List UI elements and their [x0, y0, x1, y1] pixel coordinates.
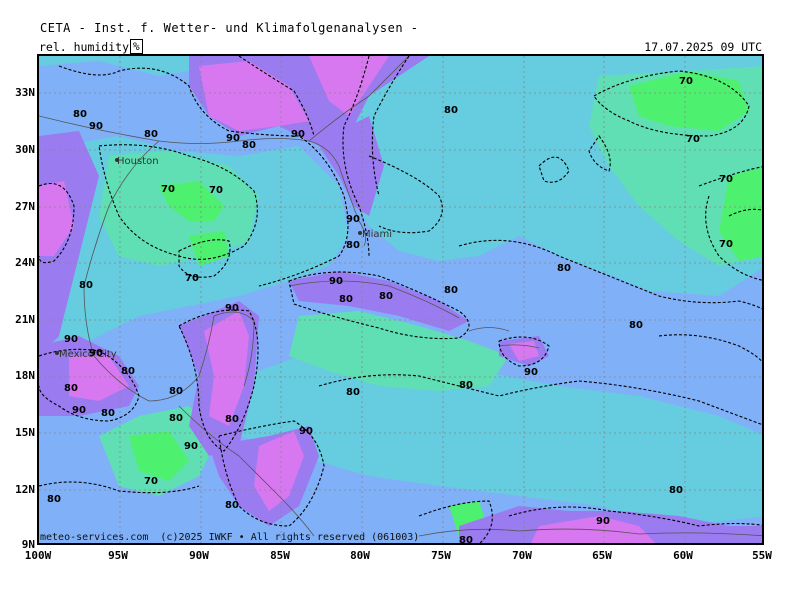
lon-label-60w: 60W — [673, 549, 693, 562]
contour-label: 80 — [629, 320, 643, 331]
lon-label-90w: 90W — [189, 549, 209, 562]
contour-label: 80 — [79, 280, 93, 291]
city-label-mexico-city: Mexico City — [59, 349, 117, 360]
contour-label: 80 — [459, 535, 473, 545]
lat-label-15n: 15N — [15, 426, 35, 439]
contour-label: 90 — [89, 121, 103, 132]
lon-label-85w: 85W — [270, 549, 290, 562]
contour-label: 80 — [101, 408, 115, 419]
contour-label: 80 — [346, 240, 360, 251]
city-label-houston: Houston — [117, 156, 159, 167]
contour-label: 80 — [144, 129, 158, 140]
lat-label-18n: 18N — [15, 369, 35, 382]
contour-label: 90 — [89, 348, 103, 359]
contour-label: 80 — [64, 383, 78, 394]
copyright-notice: meteo-services.com (c)2025 IWKF • All ri… — [40, 532, 420, 543]
lon-label-70w: 70W — [512, 549, 532, 562]
contour-label: 90 — [299, 426, 313, 437]
contour-label: 70 — [679, 76, 693, 87]
contour-label: 80 — [225, 500, 239, 511]
city-label-miami: Miami — [362, 229, 392, 240]
contour-label: 80 — [444, 105, 458, 116]
contour-label: 90 — [291, 129, 305, 140]
contour-label: 90 — [64, 334, 78, 345]
lon-label-65w: 65W — [592, 549, 612, 562]
lat-label-33n: 33N — [15, 86, 35, 99]
contour-label: 90 — [226, 133, 240, 144]
lat-label-27n: 27N — [15, 200, 35, 213]
contour-label: 80 — [557, 263, 571, 274]
contour-label: 90 — [225, 303, 239, 314]
map-title: CETA - Inst. f. Wetter- und Klimafolgena… — [40, 21, 419, 35]
contour-label: 90 — [346, 214, 360, 225]
contour-label: 90 — [329, 276, 343, 287]
lon-label-95w: 95W — [108, 549, 128, 562]
humidity-map: Houston Miami Mexico City 80 90 80 90 80… — [37, 54, 764, 545]
lat-label-24n: 24N — [15, 256, 35, 269]
contour-label: 80 — [444, 285, 458, 296]
contour-label: 70 — [144, 476, 158, 487]
contour-label: 70 — [686, 134, 700, 145]
contour-label: 80 — [669, 485, 683, 496]
lat-label-30n: 30N — [15, 143, 35, 156]
contour-label: 80 — [225, 414, 239, 425]
lon-label-100w: 100W — [24, 549, 52, 562]
contour-label: 70 — [719, 174, 733, 185]
contour-label: 80 — [73, 109, 87, 120]
lat-label-12n: 12N — [15, 483, 35, 496]
contour-label: 80 — [169, 386, 183, 397]
lat-label-21n: 21N — [15, 313, 35, 326]
parameter-label: rel. humidity — [39, 40, 130, 54]
contour-label: 70 — [719, 239, 733, 250]
contour-label: 70 — [185, 273, 199, 284]
contour-label: 80 — [121, 366, 135, 377]
forecast-datetime: 17.07.2025 09 UTC — [644, 40, 762, 54]
contour-label: 80 — [169, 413, 183, 424]
contour-label: 90 — [524, 367, 538, 378]
contour-label: 80 — [339, 294, 353, 305]
contour-label: 80 — [47, 494, 61, 505]
contour-label: 90 — [184, 441, 198, 452]
contour-label: 70 — [161, 184, 175, 195]
contour-label: 90 — [596, 516, 610, 527]
unit-label: % — [130, 39, 143, 54]
contour-label: 80 — [242, 140, 256, 151]
lon-label-75w: 75W — [431, 549, 451, 562]
contour-label: 70 — [209, 185, 223, 196]
contour-label: 80 — [346, 387, 360, 398]
lon-label-80w: 80W — [350, 549, 370, 562]
lon-label-55w: 55W — [752, 549, 772, 562]
map-subheader: rel. humidity % 17.07.2025 09 UTC — [37, 39, 764, 55]
contour-label: 80 — [459, 380, 473, 391]
contour-label: 80 — [379, 291, 393, 302]
contour-label: 90 — [72, 405, 86, 416]
